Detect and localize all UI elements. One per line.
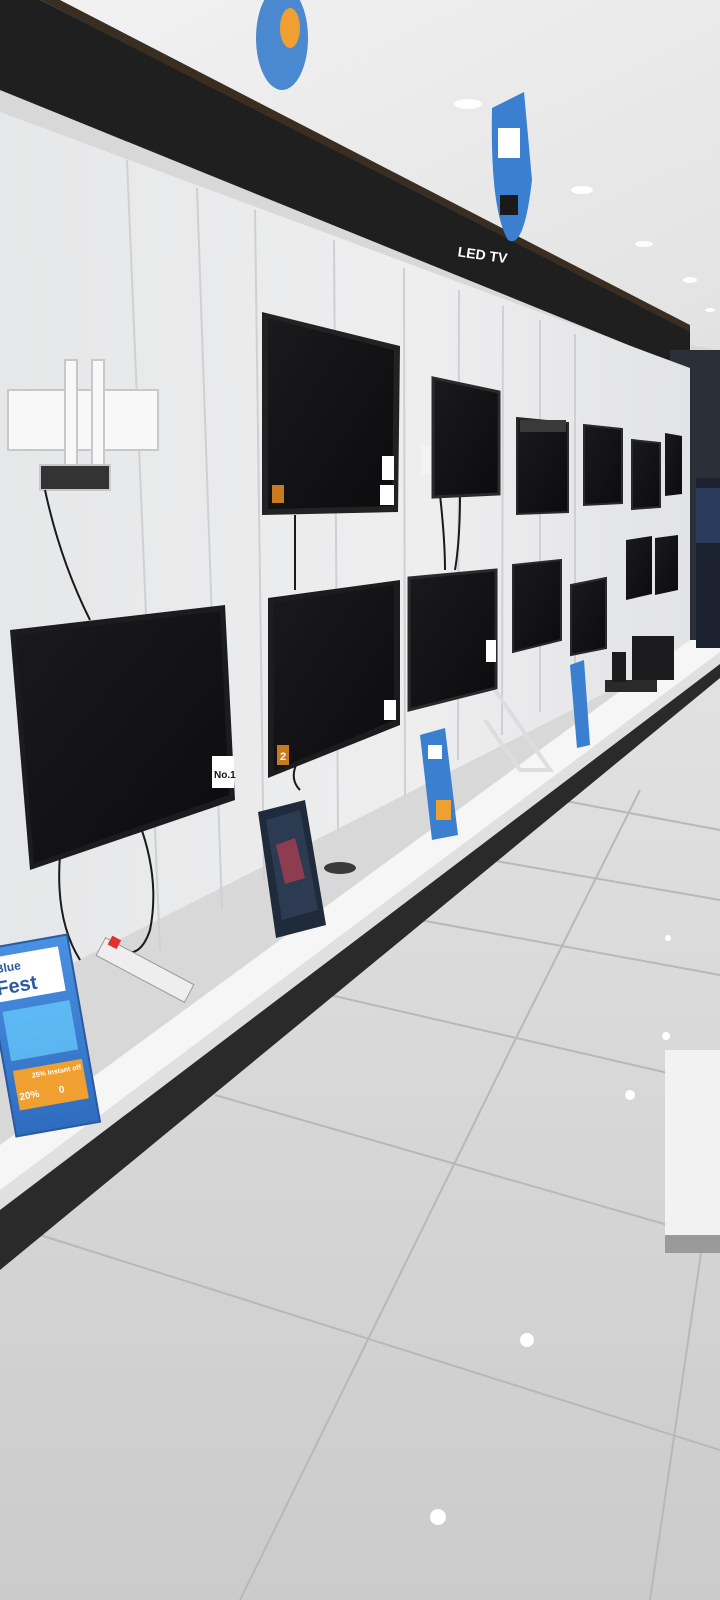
tv-upper-2 <box>421 376 501 499</box>
tv-warranty-badge: 2 <box>280 751 286 763</box>
tv-upper-4 <box>583 423 623 507</box>
tv-lower-5 <box>570 576 607 657</box>
bluefest-promo-standee: Blue Fest 25% Instant off 20% 0 <box>0 933 102 1138</box>
tv-lower-7 <box>655 535 678 595</box>
tv-lower-4 <box>512 558 562 654</box>
person-silhouette <box>696 478 720 648</box>
side-pedestal-base <box>665 1235 720 1253</box>
store-photo: No.1 2 LED TV Blue Fest 25% Instant off … <box>0 0 720 1600</box>
store-scene: No.1 2 LED TV Blue Fest 25% Instant off … <box>0 0 720 1600</box>
tv-upper-6 <box>665 433 682 496</box>
power-strip <box>95 935 195 1003</box>
tv-lower-3 <box>407 568 498 712</box>
tv-lower-6 <box>626 536 652 600</box>
tv-upper-5 <box>631 438 661 511</box>
tv-rank-badge: No.1 <box>214 770 236 781</box>
side-pedestal <box>665 1050 720 1250</box>
counter-cable-hole <box>324 862 356 874</box>
tv-upper-3 <box>516 416 569 516</box>
tv-upper-1 <box>262 312 400 515</box>
